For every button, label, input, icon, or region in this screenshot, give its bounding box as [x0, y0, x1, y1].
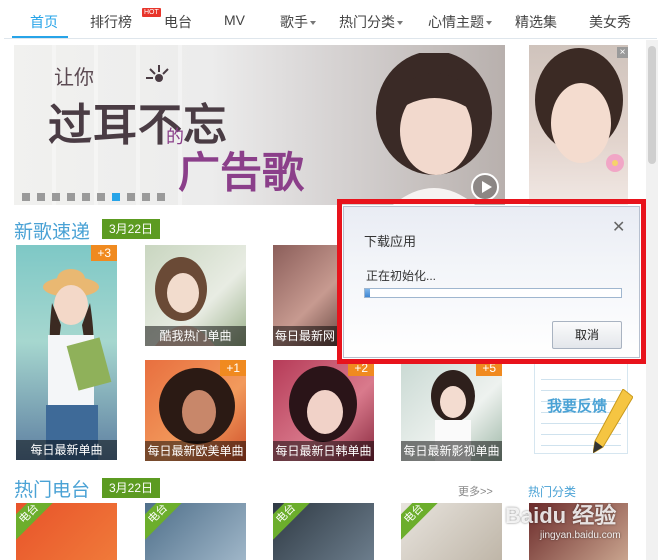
feedback-card[interactable]: 我要反馈	[534, 360, 633, 454]
tile-caption: 每日最新日韩单曲	[273, 441, 374, 461]
hot-radio-title: 热门电台	[14, 480, 91, 501]
radio-tile-3[interactable]: 电台	[401, 503, 502, 560]
side-ad-photo	[535, 48, 624, 172]
banner-carousel[interactable]: 让你 过耳不忘 的 广告歌	[14, 45, 505, 205]
tile-new-songs-2[interactable]: 每日最新网	[273, 245, 337, 346]
carousel-dot[interactable]	[82, 193, 90, 201]
tile-caption: 每日最新单曲	[16, 440, 117, 460]
banner-text-line4: 广告歌	[178, 149, 305, 196]
more-link[interactable]: 更多>>	[458, 483, 493, 499]
nav-divider	[4, 38, 657, 39]
tile-new-songs-5[interactable]: +5 每日最新影视单曲	[401, 360, 502, 461]
nav-featured[interactable]: 精选集	[515, 12, 557, 32]
dialog-title: 下载应用	[364, 234, 417, 249]
radio-tile-0[interactable]: 电台	[16, 503, 117, 560]
nav-singers[interactable]: 歌手	[280, 12, 316, 32]
top-nav: 首页 排行榜 HOT 电台 MV 歌手 热门分类 心情主题 精选集 美女秀	[0, 0, 661, 40]
nav-singers-label: 歌手	[280, 14, 308, 30]
pencil-icon	[593, 389, 633, 453]
new-songs-title: 新歌速递	[14, 222, 91, 243]
download-dialog: 下载应用 ✕ 正在初始化... 取消	[343, 206, 640, 358]
banner-text-line1: 让你	[54, 65, 94, 89]
scrollbar-thumb[interactable]	[648, 46, 656, 164]
tile-new-songs-1[interactable]: 酷我热门单曲	[145, 245, 246, 346]
count-badge: +3	[91, 245, 117, 261]
tile-caption: 每日最新欧美单曲	[145, 441, 246, 461]
nav-hot-categories[interactable]: 热门分类	[339, 12, 403, 32]
carousel-dot[interactable]	[37, 193, 45, 201]
play-icon[interactable]	[471, 173, 499, 201]
dialog-status: 正在初始化...	[366, 269, 437, 283]
carousel-dot[interactable]	[157, 193, 165, 201]
nav-hot-categories-label: 热门分类	[339, 14, 395, 30]
carousel-dot[interactable]	[127, 193, 135, 201]
nav-mood-themes[interactable]: 心情主题	[428, 12, 492, 32]
progress-bar	[364, 288, 622, 298]
nav-home[interactable]: 首页	[30, 12, 58, 32]
chevron-down-icon	[310, 21, 316, 26]
carousel-dot[interactable]	[22, 193, 30, 201]
carousel-dot[interactable]	[67, 193, 75, 201]
tile-photo	[43, 269, 112, 460]
nav-mood-themes-label: 心情主题	[428, 14, 484, 30]
radio-badge: 电台	[273, 503, 312, 540]
carousel-dot[interactable]	[52, 193, 60, 201]
count-badge: +1	[220, 360, 246, 376]
chevron-down-icon	[397, 21, 403, 26]
nav-active-indicator	[12, 36, 68, 38]
tile-new-songs-0[interactable]: +3 每日最新单曲	[16, 245, 117, 460]
carousel-dot[interactable]	[142, 193, 150, 201]
hot-radio-date-badge: 3月22日	[102, 478, 161, 498]
tile-new-songs-3[interactable]: +1 每日最新欧美单曲	[145, 360, 246, 461]
close-icon[interactable]: ✕	[612, 217, 625, 237]
side-ad[interactable]	[529, 45, 628, 205]
nav-charts-label: 排行榜	[90, 14, 132, 30]
tile-caption: 每日最新网	[273, 326, 337, 346]
nav-radio[interactable]: 电台	[164, 12, 192, 32]
new-songs-date-badge: 3月22日	[102, 219, 161, 239]
chevron-down-icon	[486, 21, 492, 26]
carousel-dot[interactable]	[97, 193, 105, 201]
watermark: Baidu 经验	[505, 503, 617, 528]
close-icon[interactable]: ×	[617, 47, 628, 58]
tile-caption: 每日最新影视单曲	[401, 441, 502, 461]
radio-badge: 电台	[401, 503, 440, 540]
tile-caption: 酷我热门单曲	[145, 326, 246, 346]
cancel-button[interactable]: 取消	[552, 321, 622, 349]
hot-badge: HOT	[142, 8, 161, 17]
nav-mv[interactable]: MV	[224, 12, 245, 28]
nav-charts[interactable]: 排行榜 HOT	[90, 8, 161, 32]
radio-tile-1[interactable]: 电台	[145, 503, 246, 560]
watermark-url: jingyan.baidu.com	[540, 530, 621, 541]
radio-badge: 电台	[16, 503, 55, 540]
radio-badge: 电台	[145, 503, 184, 540]
nav-beauty-show[interactable]: 美女秀	[589, 12, 631, 32]
radio-tile-2[interactable]: 电台	[273, 503, 374, 560]
progress-fill	[365, 289, 371, 297]
carousel-dot[interactable]	[112, 193, 120, 201]
tile-new-songs-4[interactable]: +2 每日最新日韩单曲	[273, 360, 374, 461]
